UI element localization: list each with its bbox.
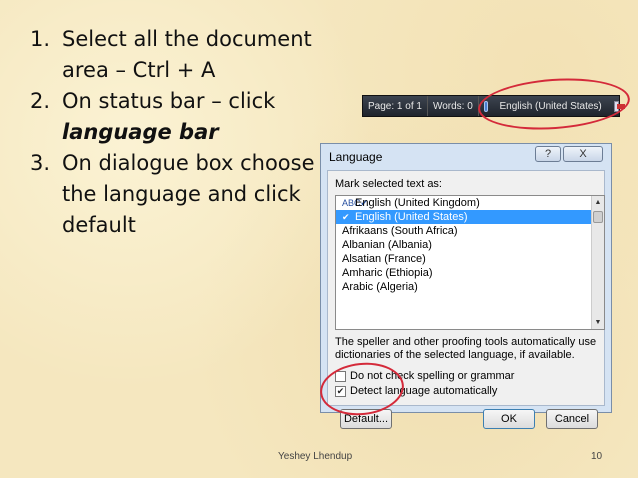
spellcheck-icon: ABC✔: [342, 198, 369, 208]
highlight-circle-language-bar: [476, 73, 632, 135]
scroll-thumb[interactable]: [593, 211, 603, 223]
bullet-item-2: 2. On status bar – click language bar: [30, 86, 320, 148]
bullet-item-3: 3. On dialogue box choose the language a…: [30, 148, 320, 241]
bullet-text-emphasis: language bar: [62, 120, 219, 144]
bullet-number: 1.: [30, 27, 51, 51]
language-option-selected[interactable]: ✔ English (United States): [336, 210, 604, 224]
language-option[interactable]: Afrikaans (South Africa): [336, 224, 604, 238]
word-count[interactable]: Words: 0: [428, 96, 479, 116]
ok-button[interactable]: OK: [483, 409, 535, 429]
language-option-label: Afrikaans (South Africa): [342, 225, 458, 237]
close-button[interactable]: X: [563, 146, 603, 162]
proofing-description: The speller and other proofing tools aut…: [335, 336, 597, 361]
dialog-title-buttons: ? X: [535, 146, 603, 162]
list-scrollbar[interactable]: ▲ ▼: [591, 196, 604, 329]
bullet-list: 1. Select all the document area – Ctrl +…: [30, 24, 320, 241]
language-option[interactable]: Arabic (Algeria): [336, 280, 604, 294]
page-count[interactable]: Page: 1 of 1: [363, 96, 428, 116]
language-option[interactable]: ABC✔ English (United Kingdom): [336, 196, 604, 210]
language-option-label: Amharic (Ethiopia): [342, 267, 433, 279]
bullet-text: On status bar – click language bar: [62, 86, 320, 148]
mark-selected-label: Mark selected text as:: [335, 178, 442, 190]
bullet-number: 2.: [30, 89, 51, 113]
language-option[interactable]: Amharic (Ethiopia): [336, 266, 604, 280]
language-list[interactable]: ABC✔ English (United Kingdom) ✔ English …: [335, 195, 605, 330]
language-option[interactable]: Albanian (Albania): [336, 238, 604, 252]
language-option-label: English (United States): [355, 211, 468, 223]
language-option[interactable]: Alsatian (France): [336, 252, 604, 266]
language-option-label: English (United Kingdom): [355, 197, 480, 209]
bullet-text: On dialogue box choose the language and …: [62, 151, 315, 237]
slide: 1. Select all the document area – Ctrl +…: [0, 0, 638, 478]
spellcheck-icon: ✔: [342, 212, 350, 222]
language-option-label: Alsatian (France): [342, 253, 426, 265]
bullet-item-1: 1. Select all the document area – Ctrl +…: [30, 24, 320, 86]
bullet-text: Select all the document area – Ctrl + A: [62, 27, 312, 82]
footer-author: Yeshey Lhendup: [278, 451, 353, 462]
dialog-title-bar: Language ? X: [321, 144, 611, 170]
cancel-button[interactable]: Cancel: [546, 409, 598, 429]
slide-number: 10: [591, 451, 603, 462]
scroll-up-icon[interactable]: ▲: [592, 196, 604, 209]
language-option-label: Albanian (Albania): [342, 239, 432, 251]
bullet-text-plain: On status bar – click: [62, 89, 276, 113]
bullet-number: 3.: [30, 151, 51, 175]
scroll-down-icon[interactable]: ▼: [592, 316, 604, 329]
dialog-title: Language: [329, 150, 383, 164]
language-option-label: Arabic (Algeria): [342, 281, 418, 293]
help-button[interactable]: ?: [535, 146, 561, 162]
